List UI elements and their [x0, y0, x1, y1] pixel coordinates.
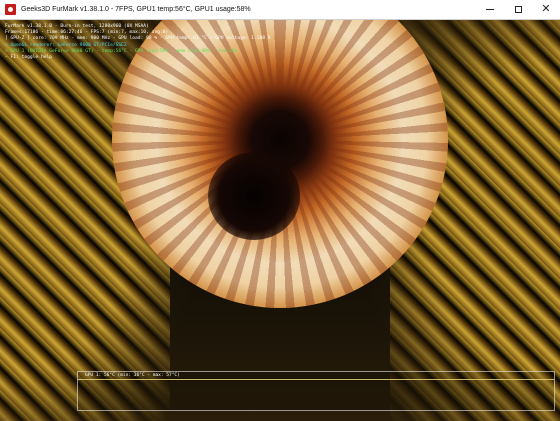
close-button[interactable]: ✕	[532, 0, 560, 19]
temperature-graph-line	[78, 379, 554, 380]
graph-label: GPU 1: 56°C (min: 36°C - max: 57°C)	[85, 373, 180, 378]
maximize-button[interactable]	[504, 0, 532, 19]
fur-donut-center	[208, 152, 300, 240]
render-viewport[interactable]	[0, 20, 560, 421]
furmark-app-icon[interactable]	[5, 4, 16, 15]
window-title: Geeks3D FurMark v1.38.1.0 - 7FPS, GPU1 t…	[21, 6, 251, 13]
maximize-icon	[514, 6, 522, 13]
overlay-line-gpuz: [ GPU-Z ] core: 709 MHz - mem: 900 MHz -…	[5, 36, 271, 42]
furmark-window: Geeks3D FurMark v1.38.1.0 - 7FPS, GPU1 t…	[0, 0, 560, 421]
close-icon: ✕	[541, 3, 551, 15]
temperature-graph: GPU 1: 56°C (min: 36°C - max: 57°C)	[77, 371, 555, 411]
stats-overlay: FurMark v1.38.1.0 - Burn-in test, 1280x9…	[5, 24, 271, 61]
title-bar[interactable]: Geeks3D FurMark v1.38.1.0 - 7FPS, GPU1 t…	[0, 0, 560, 20]
overlay-line-help: - F1: toggle help	[5, 55, 53, 61]
minimize-icon	[486, 9, 494, 10]
minimize-button[interactable]	[476, 0, 504, 19]
